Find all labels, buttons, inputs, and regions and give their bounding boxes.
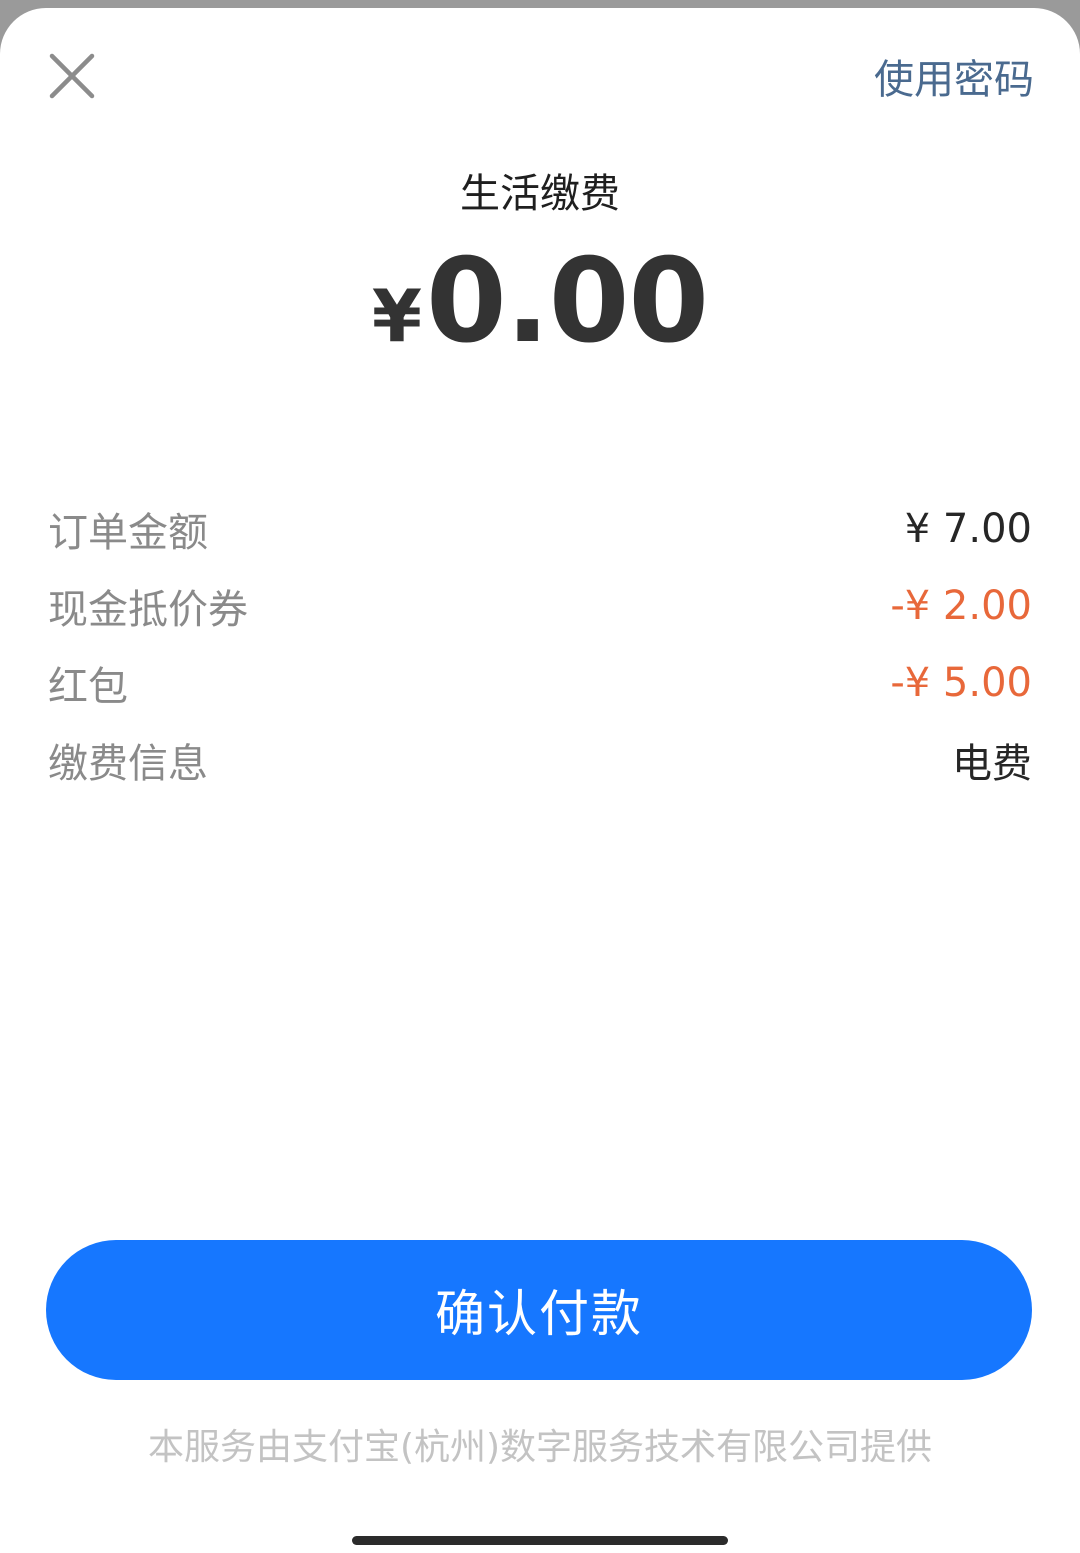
- detail-value: ¥ 7.00: [904, 505, 1032, 552]
- detail-label: 红包: [48, 663, 128, 710]
- payment-amount: ¥0.00: [0, 234, 1080, 369]
- use-password-link[interactable]: 使用密码: [874, 52, 1034, 108]
- order-details: 订单金额 ¥ 7.00 现金抵价券 -¥ 2.00 红包 -¥ 5.00 缴费信…: [48, 490, 1032, 798]
- detail-row-payment-info: 缴费信息 电费: [48, 721, 1032, 798]
- close-button[interactable]: [44, 48, 100, 104]
- amount-value: 0.00: [425, 234, 709, 369]
- detail-label: 现金抵价券: [48, 586, 248, 633]
- detail-row-cash-coupon: 现金抵价券 -¥ 2.00: [48, 567, 1032, 644]
- detail-label: 缴费信息: [48, 740, 208, 787]
- detail-value-discount: -¥ 2.00: [890, 582, 1032, 629]
- provider-note: 本服务由支付宝(杭州)数字服务技术有限公司提供: [147, 1427, 933, 1468]
- detail-value: 电费: [952, 740, 1032, 787]
- payment-sheet: 使用密码 生活缴费 ¥0.00 订单金额 ¥ 7.00 现金抵价券 -¥ 2.0…: [0, 8, 1080, 1553]
- amount-currency-symbol: ¥: [371, 274, 422, 358]
- detail-row-red-packet: 红包 -¥ 5.00: [48, 644, 1032, 721]
- merchant-title: 生活缴费: [460, 171, 620, 217]
- detail-row-order-amount: 订单金额 ¥ 7.00: [48, 490, 1032, 567]
- confirm-payment-button[interactable]: 确认付款: [46, 1240, 1032, 1380]
- detail-label: 订单金额: [48, 509, 208, 556]
- close-icon: [49, 53, 95, 99]
- home-indicator[interactable]: [352, 1536, 728, 1545]
- detail-value-discount: -¥ 5.00: [890, 659, 1032, 706]
